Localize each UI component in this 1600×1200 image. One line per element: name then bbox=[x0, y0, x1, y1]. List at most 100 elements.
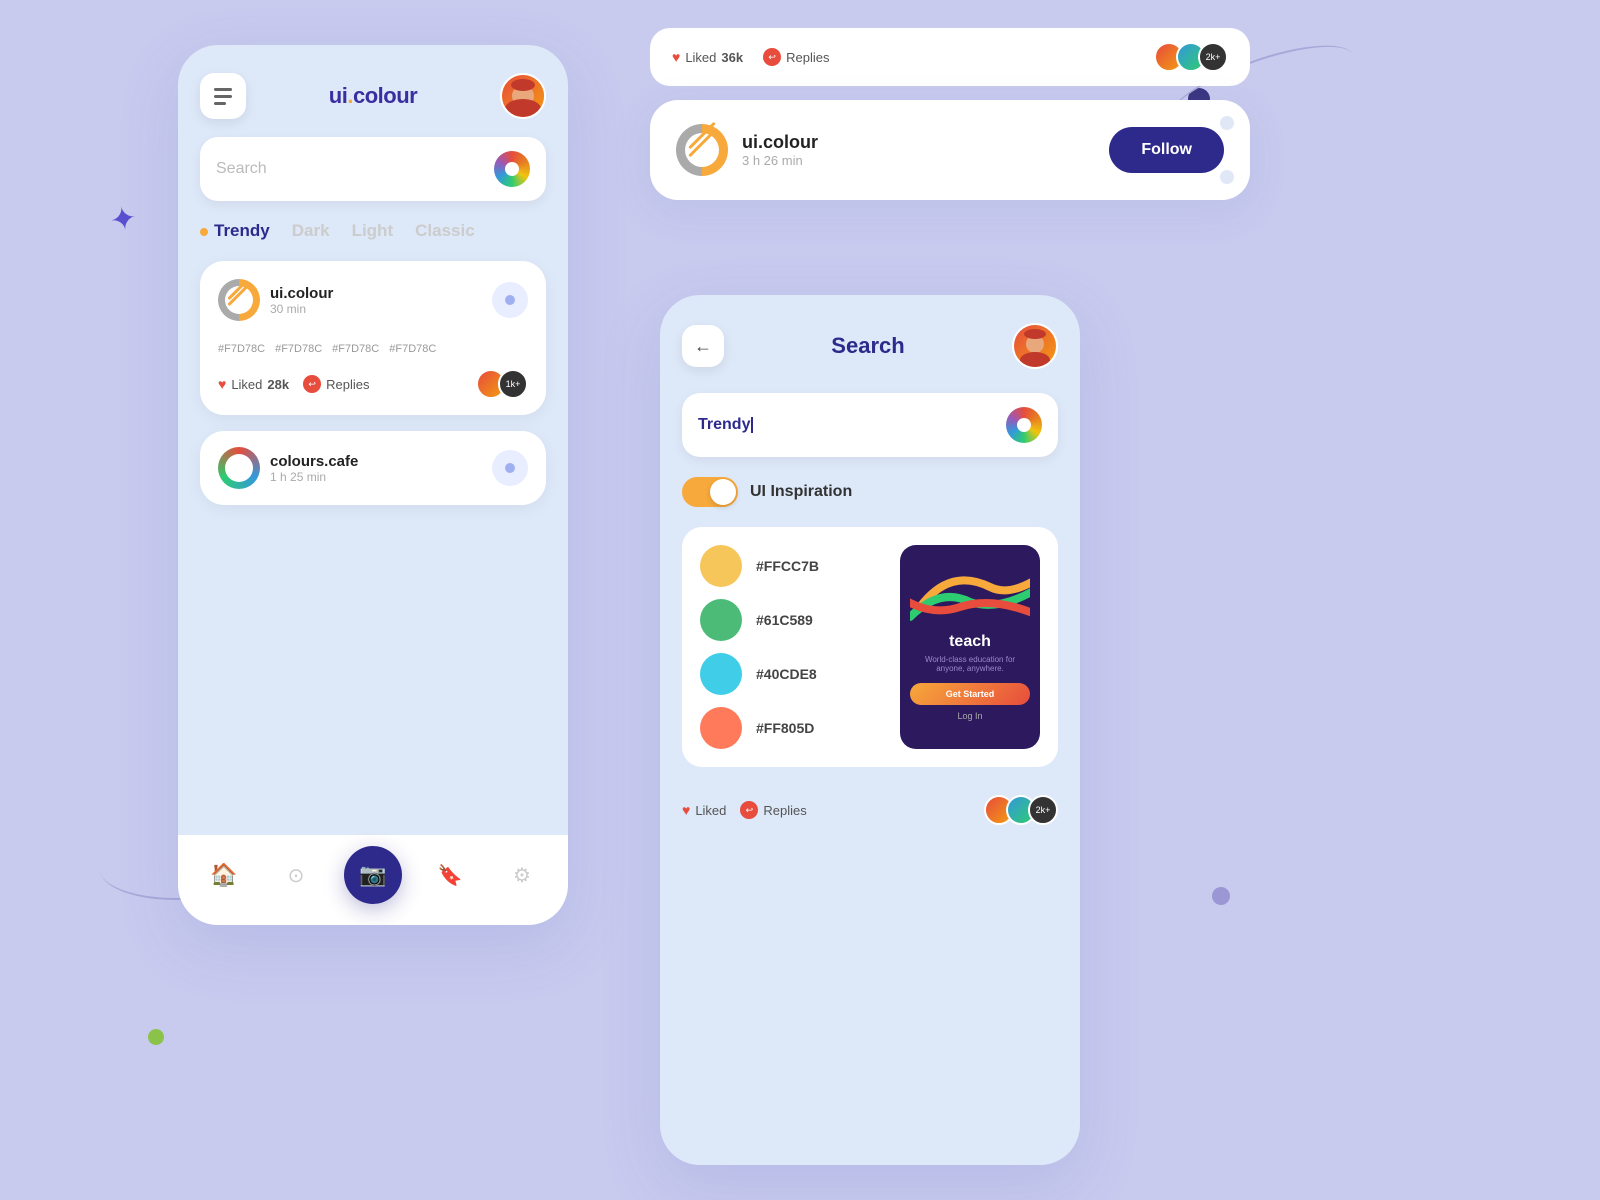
avatar-stack: 1k+ bbox=[476, 369, 528, 399]
card-2-action-btn[interactable] bbox=[492, 450, 528, 486]
nav-explore[interactable]: ⊙ bbox=[272, 851, 320, 899]
right-phone-avatar[interactable] bbox=[1012, 323, 1058, 369]
card-1-action-btn[interactable] bbox=[492, 282, 528, 318]
toggle-switch[interactable] bbox=[682, 477, 738, 507]
right-phone: ← Search Trendy UI Inspiration bbox=[660, 295, 1080, 1165]
menu-bar-2 bbox=[214, 95, 232, 98]
follow-name: ui.colour bbox=[742, 132, 1095, 153]
color-dot-4 bbox=[700, 707, 742, 749]
card-1-name: ui.colour bbox=[270, 285, 333, 302]
nav-home[interactable]: 🏠 bbox=[200, 851, 248, 899]
user-avatar[interactable] bbox=[500, 73, 546, 119]
preview-get-started-btn[interactable]: Get Started bbox=[910, 683, 1030, 705]
colors-list: #FFCC7B #61C589 #40CDE8 #FF805D bbox=[700, 545, 884, 749]
app-preview: teach World-class education for anyone, … bbox=[900, 545, 1040, 749]
right-liked-count: ♥ Liked bbox=[682, 802, 726, 818]
left-phone-header: ui.colour bbox=[200, 73, 546, 119]
swatch-1: #F7D78C bbox=[218, 337, 265, 355]
avatar-count: 1k+ bbox=[498, 369, 528, 399]
top-likes-strip: ♥ Liked 36k ↩ Replies 2k+ bbox=[650, 28, 1250, 86]
search-bar[interactable]: Search bbox=[200, 137, 546, 201]
star-decoration: ✦ bbox=[107, 198, 140, 240]
top-avatar-count: 2k+ bbox=[1198, 42, 1228, 72]
heart-icon: ♥ bbox=[218, 376, 226, 392]
liked-number: 28k bbox=[267, 377, 289, 392]
color-item-3: #40CDE8 bbox=[700, 653, 884, 695]
bottom-navigation: 🏠 ⊙ 📷 🔖 ⚙ bbox=[178, 835, 568, 925]
top-liked-count: ♥ Liked 36k bbox=[672, 49, 743, 65]
replies-count: ↩ Replies bbox=[303, 375, 369, 393]
swatch-label-2: #F7D78C bbox=[275, 343, 322, 355]
palette-card-1: ui.colour 30 min #F7D78C #F7D78C bbox=[200, 261, 546, 415]
menu-button[interactable] bbox=[200, 73, 246, 119]
swatch-2: #F7D78C bbox=[275, 337, 322, 355]
nav-camera-button[interactable]: 📷 bbox=[344, 846, 402, 904]
search-input-value: Trendy bbox=[698, 416, 1006, 434]
top-avatar-stack: 2k+ bbox=[1154, 42, 1228, 72]
color-dot-3 bbox=[700, 653, 742, 695]
top-liked-label: Liked bbox=[685, 50, 716, 65]
nav-settings[interactable]: ⚙ bbox=[498, 851, 546, 899]
search-page-header: ← Search bbox=[682, 323, 1058, 369]
dot-decoration-purple bbox=[1212, 887, 1230, 905]
replies-label: Replies bbox=[326, 377, 369, 392]
search-input-bar[interactable]: Trendy bbox=[682, 393, 1058, 457]
card-1-logo-area: ui.colour 30 min bbox=[218, 279, 333, 321]
category-tabs: Trendy Dark Light Classic bbox=[200, 221, 546, 241]
toggle-label: UI Inspiration bbox=[750, 483, 852, 501]
preview-app-subtitle: World-class education for anyone, anywhe… bbox=[910, 655, 1030, 673]
back-button[interactable]: ← bbox=[682, 325, 724, 367]
liked-label: Liked bbox=[231, 377, 262, 392]
follow-logo-icon bbox=[676, 124, 728, 176]
top-right-area: ♥ Liked 36k ↩ Replies 2k+ ui.colour 3 h … bbox=[650, 28, 1250, 200]
menu-bar-3 bbox=[214, 102, 226, 105]
inspiration-card: #FFCC7B #61C589 #40CDE8 #FF805D bbox=[682, 527, 1058, 767]
preview-app-title: teach bbox=[949, 633, 991, 651]
card-2-time: 1 h 25 min bbox=[270, 470, 358, 484]
swatches-row: #F7D78C #F7D78C #F7D78C #F7D78C bbox=[218, 337, 528, 355]
top-reply-icon: ↩ bbox=[763, 48, 781, 66]
tab-light[interactable]: Light bbox=[352, 221, 394, 241]
swatch-3: #F7D78C bbox=[332, 337, 379, 355]
swatch-label-4: #F7D78C bbox=[389, 343, 436, 355]
menu-bar-1 bbox=[214, 88, 232, 91]
search-placeholder: Search bbox=[216, 160, 494, 178]
reply-icon: ↩ bbox=[303, 375, 321, 393]
ui-inspiration-toggle-row: UI Inspiration bbox=[682, 477, 1058, 507]
color-hex-2: #61C589 bbox=[756, 612, 813, 628]
left-phone: ui.colour Search Trendy Dark Light Class… bbox=[178, 45, 568, 925]
card-2-action-dot bbox=[505, 463, 515, 473]
logo-dot: . bbox=[347, 83, 353, 108]
preview-log-in-btn[interactable]: Log In bbox=[910, 711, 1030, 721]
swatch-label-3: #F7D78C bbox=[332, 343, 379, 355]
right-reply-icon: ↩ bbox=[740, 801, 758, 819]
top-liked-number: 36k bbox=[721, 50, 743, 65]
color-item-1: #FFCC7B bbox=[700, 545, 884, 587]
card-2-logo-area: colours.cafe 1 h 25 min bbox=[218, 447, 358, 489]
color-item-4: #FF805D bbox=[700, 707, 884, 749]
top-replies-count: ↩ Replies bbox=[763, 48, 829, 66]
text-cursor bbox=[751, 417, 753, 433]
right-replies-label: Replies bbox=[763, 803, 806, 818]
nav-bookmarks[interactable]: 🔖 bbox=[426, 851, 474, 899]
tab-trendy[interactable]: Trendy bbox=[200, 221, 270, 241]
palette-card-2: colours.cafe 1 h 25 min bbox=[200, 431, 546, 505]
swatch-4: #F7D78C bbox=[389, 337, 436, 355]
tab-dark[interactable]: Dark bbox=[292, 221, 330, 241]
color-hex-3: #40CDE8 bbox=[756, 666, 817, 682]
card-1-time: 30 min bbox=[270, 302, 333, 316]
tab-classic[interactable]: Classic bbox=[415, 221, 475, 241]
card-1-header: ui.colour 30 min bbox=[218, 279, 528, 321]
right-heart-icon: ♥ bbox=[682, 802, 690, 818]
follow-button[interactable]: Follow bbox=[1109, 127, 1224, 173]
color-wheel-icon bbox=[494, 151, 530, 187]
right-phone-likes-row: ♥ Liked ↩ Replies 2k+ bbox=[682, 783, 1058, 837]
liked-count: ♥ Liked 28k bbox=[218, 376, 289, 392]
follow-info: ui.colour 3 h 26 min bbox=[742, 132, 1095, 168]
right-avatar-stack: 2k+ bbox=[984, 795, 1058, 825]
search-page-title: Search bbox=[831, 333, 904, 359]
card-2-name: colours.cafe bbox=[270, 453, 358, 470]
menu-bars-icon bbox=[214, 88, 232, 105]
card-1-info: ui.colour 30 min bbox=[270, 285, 333, 316]
app-logo: ui.colour bbox=[329, 83, 417, 109]
